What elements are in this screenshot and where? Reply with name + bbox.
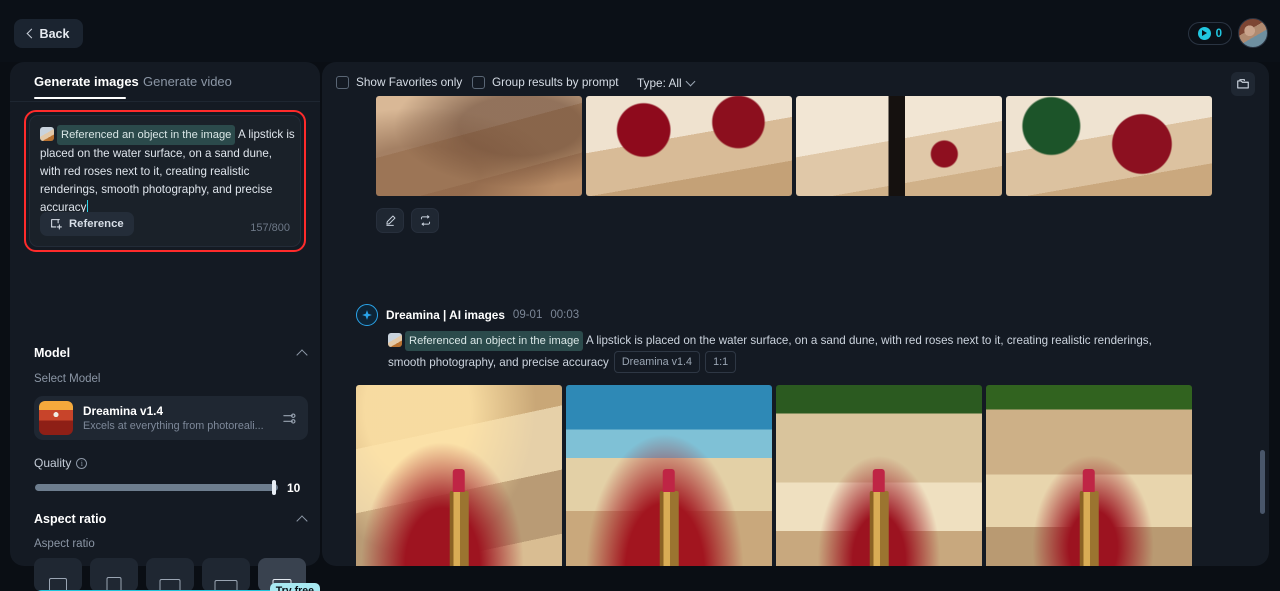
reference-thumbnail-icon	[40, 127, 54, 142]
chevron-down-icon	[685, 76, 696, 87]
left-panel: Generate images Generate video Reference…	[10, 62, 320, 591]
quality-value: 10	[287, 481, 301, 495]
model-info: Dreamina v1.4 Excels at everything from …	[83, 404, 282, 432]
quality-label-group: Quality i	[34, 456, 88, 470]
model-name: Dreamina v1.4	[83, 404, 164, 418]
tab-generate-video[interactable]: Generate video	[143, 74, 232, 89]
result-image-row	[356, 385, 1192, 566]
repeat-icon	[420, 215, 430, 226]
chevron-up-icon	[296, 514, 308, 527]
result-image[interactable]	[1006, 96, 1212, 196]
edit-button[interactable]	[376, 208, 404, 233]
result-image[interactable]	[356, 385, 562, 566]
regenerate-button[interactable]	[411, 208, 439, 233]
result-image[interactable]	[586, 96, 792, 196]
credits-badge[interactable]: 0	[1187, 22, 1232, 45]
reference-thumbnail-icon	[388, 333, 402, 348]
lipstick-art	[449, 469, 469, 566]
show-favorites-checkbox[interactable]: Show Favorites only	[336, 75, 462, 89]
back-button[interactable]: Back	[14, 19, 83, 48]
chevron-left-icon	[26, 28, 36, 39]
aspect-ratio-label: Aspect ratio	[34, 538, 95, 550]
back-button-label: Back	[39, 26, 70, 41]
aspect-ratio-option-16-9[interactable]	[202, 558, 250, 591]
quality-slider-handle[interactable]	[272, 480, 276, 495]
coin-icon	[1197, 27, 1211, 40]
lipstick-art	[869, 469, 889, 566]
result-image[interactable]	[566, 385, 772, 566]
prompt-input[interactable]: Referenced an object in the image A lips…	[29, 115, 301, 247]
result-card-header: Dreamina | AI images 09-01 00:03	[356, 304, 1269, 326]
lipstick-art	[1079, 469, 1099, 566]
result-image[interactable]	[376, 96, 582, 196]
checkbox-box	[472, 75, 485, 89]
reference-chip: Referenced an object in the image	[57, 125, 236, 145]
pencil-icon	[385, 215, 395, 226]
aspect-ratio-section-header[interactable]: Aspect ratio	[34, 510, 308, 528]
result-card-1	[376, 96, 1212, 233]
quality-slider[interactable]	[35, 484, 278, 491]
result-image[interactable]	[776, 385, 982, 566]
results-list: Dreamina | AI images 09-01 00:03 Referen…	[322, 96, 1269, 566]
result-time: 00:03	[550, 309, 580, 321]
result-actions	[376, 208, 1212, 233]
sliders-icon[interactable]	[282, 411, 297, 426]
prompt-text: Referenced an object in the image A lips…	[40, 125, 295, 217]
aspect-ratio-option-3-4[interactable]	[90, 558, 138, 591]
prompt-highlight-box: Referenced an object in the image A lips…	[24, 110, 306, 252]
tab-bar: Generate images Generate video	[10, 62, 320, 102]
aspect-ratio-options	[34, 558, 306, 591]
type-filter-dropdown[interactable]: Type: All	[637, 76, 696, 90]
result-ratio-tag: 1:1	[705, 351, 737, 373]
type-filter-label: Type: All	[637, 76, 682, 90]
result-prompt: Referenced an object in the image A lips…	[388, 331, 1188, 373]
show-favorites-label: Show Favorites only	[356, 75, 463, 89]
info-icon[interactable]: i	[76, 457, 88, 469]
aspect-ratio-option-1-1[interactable]	[34, 558, 82, 591]
character-counter: 157/800	[250, 222, 290, 234]
model-description: Excels at everything from photoreali...	[83, 420, 264, 432]
chevron-up-icon	[296, 348, 308, 361]
select-model-label: Select Model	[34, 373, 101, 385]
aspect-ratio-section-title: Aspect ratio	[34, 512, 107, 526]
group-by-prompt-label: Group results by prompt	[492, 75, 619, 89]
result-model-tag: Dreamina v1.4	[613, 351, 701, 373]
model-thumbnail	[39, 401, 73, 435]
quality-label: Quality	[34, 456, 72, 470]
result-brand-name: Dreamina | AI images	[386, 308, 505, 322]
reference-button[interactable]: Reference	[40, 212, 134, 236]
avatar[interactable]	[1238, 18, 1268, 48]
model-section-header[interactable]: Model	[34, 344, 308, 362]
tab-generate-images[interactable]: Generate images	[34, 74, 139, 89]
aspect-ratio-option-4-3[interactable]	[146, 558, 194, 591]
folder-button[interactable]	[1231, 72, 1255, 96]
model-card[interactable]: Dreamina v1.4 Excels at everything from …	[34, 396, 308, 440]
folder-icon	[1237, 79, 1249, 89]
tab-active-indicator	[34, 97, 126, 99]
result-date: 09-01	[512, 309, 543, 321]
credits-value: 0	[1215, 27, 1222, 40]
result-card-2: Dreamina | AI images 09-01 00:03 Referen…	[356, 304, 1269, 566]
checkbox-box	[336, 75, 349, 89]
result-image[interactable]	[796, 96, 1002, 196]
try-free-badge: Try free	[269, 583, 320, 591]
results-scrollbar[interactable]	[1260, 450, 1265, 514]
result-image-row	[376, 96, 1212, 196]
result-reference-chip: Referenced an object in the image	[405, 331, 584, 351]
lipstick-art	[659, 469, 679, 566]
image-plus-icon	[51, 218, 62, 229]
reference-button-label: Reference	[69, 218, 124, 230]
top-bar: Back 0	[0, 0, 1280, 62]
result-image[interactable]	[986, 385, 1192, 566]
dreamina-logo-icon	[356, 304, 378, 326]
model-section-title: Model	[34, 346, 71, 360]
group-by-prompt-checkbox[interactable]: Group results by prompt	[472, 75, 619, 89]
results-panel: Show Favorites only Group results by pro…	[322, 62, 1269, 566]
